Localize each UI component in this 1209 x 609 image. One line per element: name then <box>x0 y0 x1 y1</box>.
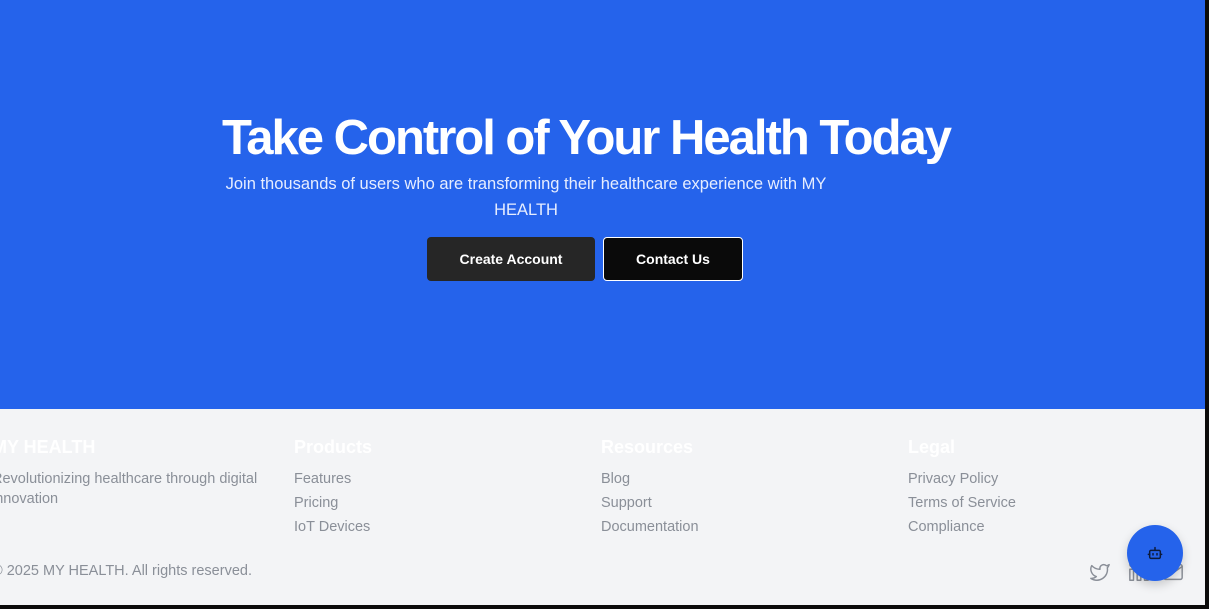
footer-link-pricing[interactable]: Pricing <box>294 493 338 513</box>
footer-products-title: Products <box>294 437 373 457</box>
footer-link-terms-of-service[interactable]: Terms of Service <box>908 493 1016 513</box>
footer-link-features[interactable]: Features <box>294 469 351 489</box>
footer-brand-description: Revolutionizing healthcare through digit… <box>0 471 258 507</box>
twitter-icon[interactable] <box>1089 561 1111 583</box>
footer-link-documentation[interactable]: Documentation <box>601 517 699 537</box>
footer-legal-title: Legal <box>908 437 956 457</box>
footer-resources-title: Resources <box>601 437 694 457</box>
create-account-button[interactable]: Create Account <box>427 237 595 281</box>
footer-brand-title: MY HEALTH <box>0 437 96 457</box>
page: Take Control of Your Health Today Join t… <box>0 0 1205 605</box>
footer-link-iot-devices[interactable]: IoT Devices <box>294 517 370 537</box>
hero-title: Take Control of Your Health Today <box>221 111 952 165</box>
hero-section: Take Control of Your Health Today Join t… <box>0 0 1205 409</box>
footer-link-blog[interactable]: Blog <box>601 469 630 489</box>
robot-icon <box>1147 545 1163 561</box>
copyright-text: © 2025 MY HEALTH. All rights reserved. <box>0 563 252 579</box>
footer-link-compliance[interactable]: Compliance <box>908 517 985 537</box>
footer: MY HEALTH Revolutionizing healthcare thr… <box>0 409 1205 605</box>
hero-subtitle: Join thousands of users who are transfor… <box>225 175 827 219</box>
footer-link-privacy-policy[interactable]: Privacy Policy <box>908 469 998 489</box>
contact-us-button[interactable]: Contact Us <box>603 237 743 281</box>
chatbot-button[interactable] <box>1127 525 1183 581</box>
footer-link-support[interactable]: Support <box>601 493 652 513</box>
